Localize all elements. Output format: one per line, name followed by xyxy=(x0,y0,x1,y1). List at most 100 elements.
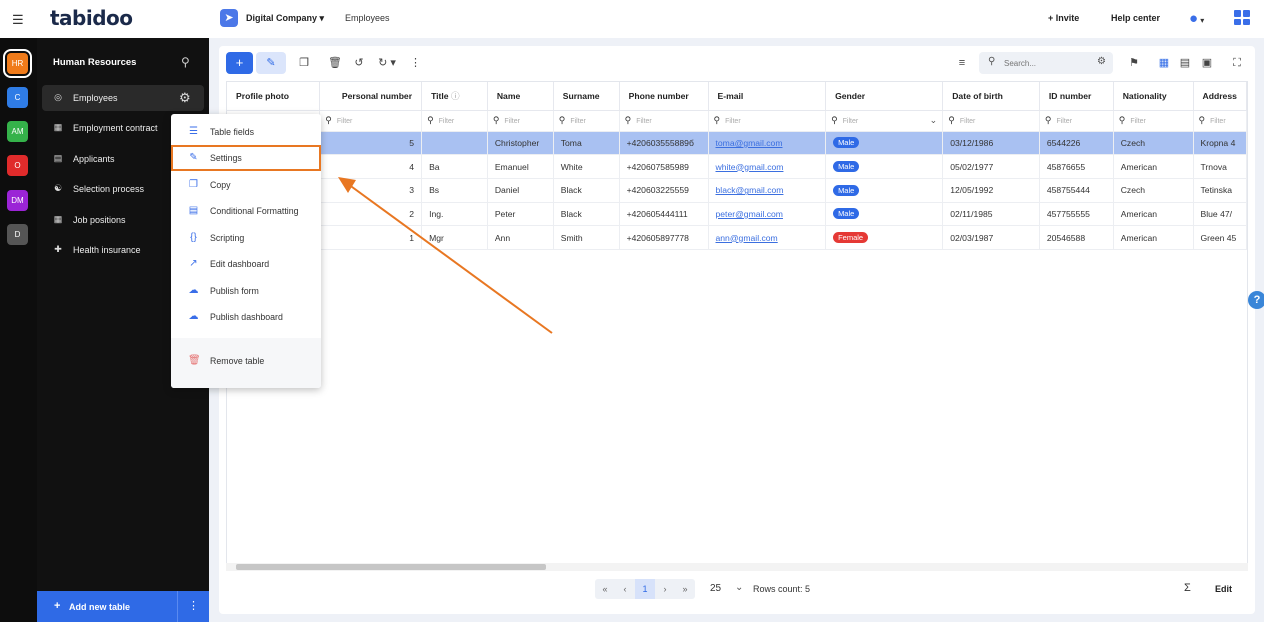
cell[interactable]: ann@gmail.com xyxy=(708,225,827,250)
next-page-icon[interactable]: › xyxy=(655,579,675,599)
column-header[interactable]: Profile photo xyxy=(227,82,321,111)
cell[interactable]: Black xyxy=(553,202,620,227)
page-size-select[interactable]: 25 xyxy=(710,583,721,594)
cell[interactable]: +420605897778 xyxy=(619,225,709,250)
workspace-hr[interactable]: HR xyxy=(3,49,32,78)
menu-item-conditional-formatting[interactable]: ▤ Conditional Formatting xyxy=(171,198,321,224)
cell[interactable]: Male xyxy=(825,202,944,227)
cell[interactable]: 3 xyxy=(319,178,423,203)
cell[interactable]: Bs xyxy=(421,178,488,203)
card-view-icon[interactable]: ▤ xyxy=(1178,52,1192,74)
cell[interactable]: American xyxy=(1113,225,1194,250)
sidebar-item-employees[interactable]: ◎ Employees ⚙ xyxy=(42,85,204,111)
table-row[interactable]: 1 Mgr Ann Smith +420605897778 ann@gmail.… xyxy=(227,225,1247,250)
cell[interactable]: 20546588 xyxy=(1039,225,1114,250)
menu-item-publish-dashboard[interactable]: ☁ Publish dashboard xyxy=(171,304,321,330)
cell[interactable]: +420603555889б xyxy=(619,131,709,156)
cell[interactable]: American xyxy=(1113,154,1194,179)
column-header[interactable]: Personal number xyxy=(319,82,423,111)
table-row[interactable]: 5 Christopher Toma +420603555889б toma@g… xyxy=(227,131,1247,156)
cell[interactable]: Ba xyxy=(421,154,488,179)
cell[interactable]: Kropna 4 xyxy=(1193,131,1247,156)
menu-item-copy[interactable]: ❐ Copy xyxy=(171,172,321,198)
column-header[interactable]: Date of birth xyxy=(942,82,1040,111)
cell[interactable]: white@gmail.com xyxy=(708,154,827,179)
cell[interactable]: Black xyxy=(553,178,620,203)
prev-page-icon[interactable]: ‹ xyxy=(615,579,635,599)
filter-cell[interactable]: ⚲ Filter xyxy=(553,110,620,132)
cell[interactable]: Ing. xyxy=(421,202,488,227)
filter-cell[interactable]: ⚲ Filter ⌄ xyxy=(825,110,944,132)
cell[interactable]: peter@gmail.com xyxy=(708,202,827,227)
cell[interactable]: White xyxy=(553,154,620,179)
cell[interactable]: 05/02/1977 xyxy=(942,154,1040,179)
filter-cell[interactable]: ⚲ Filter xyxy=(1113,110,1194,132)
column-header[interactable]: Surname xyxy=(553,82,620,111)
apps-grid-icon[interactable] xyxy=(1234,10,1250,25)
filter-cell[interactable]: ⚲ Filter xyxy=(942,110,1040,132)
email-link[interactable]: white@gmail.com xyxy=(716,162,784,172)
cell[interactable]: 1 xyxy=(319,225,423,250)
email-link[interactable]: toma@gmail.com xyxy=(716,138,783,148)
filter-cell[interactable]: ⚲ Filter xyxy=(1039,110,1114,132)
email-link[interactable]: black@gmail.com xyxy=(716,185,784,195)
cell[interactable]: Male xyxy=(825,178,944,203)
cell[interactable]: 458755444 xyxy=(1039,178,1114,203)
cell[interactable]: 457755555 xyxy=(1039,202,1114,227)
column-header[interactable]: E-mail xyxy=(708,82,827,111)
filter-cell[interactable]: ⚲ Filter xyxy=(421,110,488,132)
workspace-c[interactable]: C xyxy=(7,87,28,108)
column-header[interactable]: Name xyxy=(487,82,554,111)
add-record-button[interactable]: + xyxy=(226,52,253,74)
filter-cell[interactable]: ⚲ Filter xyxy=(708,110,827,132)
filter-cell[interactable]: ⚲ Filter xyxy=(319,110,423,132)
tag-icon[interactable]: ⚑ xyxy=(1127,52,1141,74)
edit-mode-button[interactable]: ✎ xyxy=(256,52,286,74)
filter-icon[interactable]: ≡ xyxy=(955,52,969,74)
menu-item-settings[interactable]: ✎ Settings xyxy=(171,145,321,171)
column-header[interactable]: Nationality xyxy=(1113,82,1194,111)
scrollbar-thumb[interactable] xyxy=(236,564,546,570)
filter-cell[interactable]: ⚲ Filter xyxy=(1193,110,1247,132)
cell[interactable]: 2 xyxy=(319,202,423,227)
cell[interactable]: Emanuel xyxy=(487,154,554,179)
edit-button[interactable]: Edit xyxy=(1215,584,1232,594)
menu-item-publish-form[interactable]: ☁ Publish form xyxy=(171,278,321,304)
cell[interactable]: 5 xyxy=(319,131,423,156)
cell[interactable]: Smith xyxy=(553,225,620,250)
cell[interactable]: Czech xyxy=(1113,178,1194,203)
cell[interactable]: Mgr xyxy=(421,225,488,250)
table-view-icon[interactable]: ▦ xyxy=(1157,52,1171,74)
chevron-down-icon[interactable]: ⌄ xyxy=(735,582,743,593)
horizontal-scrollbar[interactable] xyxy=(226,563,1248,571)
calendar-view-icon[interactable]: ▣ xyxy=(1200,52,1214,74)
cell[interactable]: 45876655 xyxy=(1039,154,1114,179)
cell[interactable] xyxy=(421,131,488,156)
cell[interactable]: 02/11/1985 xyxy=(942,202,1040,227)
cell[interactable]: +420607585989 xyxy=(619,154,709,179)
user-avatar-icon[interactable]: ● ▾ xyxy=(1189,10,1213,28)
menu-item-scripting[interactable]: {} Scripting xyxy=(171,225,321,251)
cell[interactable]: +420605444111 xyxy=(619,202,709,227)
column-header[interactable]: Phone number xyxy=(619,82,709,111)
table-row[interactable]: 4 Ba Emanuel White +420607585989 white@g… xyxy=(227,154,1247,179)
invite-button[interactable]: + Invite xyxy=(1048,13,1079,23)
more-options-icon[interactable]: ⋮ xyxy=(177,591,209,622)
filter-cell[interactable]: ⚲ Filter xyxy=(487,110,554,132)
cell[interactable]: Czech xyxy=(1113,131,1194,156)
menu-item-remove-table[interactable]: 🗑 Remove table xyxy=(171,348,321,374)
help-icon[interactable]: ? xyxy=(1248,291,1264,309)
cell[interactable]: Daniel xyxy=(487,178,554,203)
column-header[interactable]: Title ⓘ xyxy=(421,82,488,111)
cell[interactable]: +420603225559 xyxy=(619,178,709,203)
copy-icon[interactable]: ❐ xyxy=(297,52,311,74)
gear-icon[interactable]: ⚙ xyxy=(1097,56,1106,67)
gear-icon[interactable]: ⚙ xyxy=(179,90,191,106)
filter-cell[interactable]: ⚲ Filter xyxy=(619,110,709,132)
cell[interactable]: Ann xyxy=(487,225,554,250)
cell[interactable]: 4 xyxy=(319,154,423,179)
hamburger-menu-icon[interactable]: ☰ xyxy=(12,12,26,28)
history-icon[interactable]: ↺ xyxy=(352,52,366,74)
breadcrumb[interactable]: Employees xyxy=(345,13,390,23)
add-new-table-button[interactable]: + Add new table xyxy=(37,591,177,622)
